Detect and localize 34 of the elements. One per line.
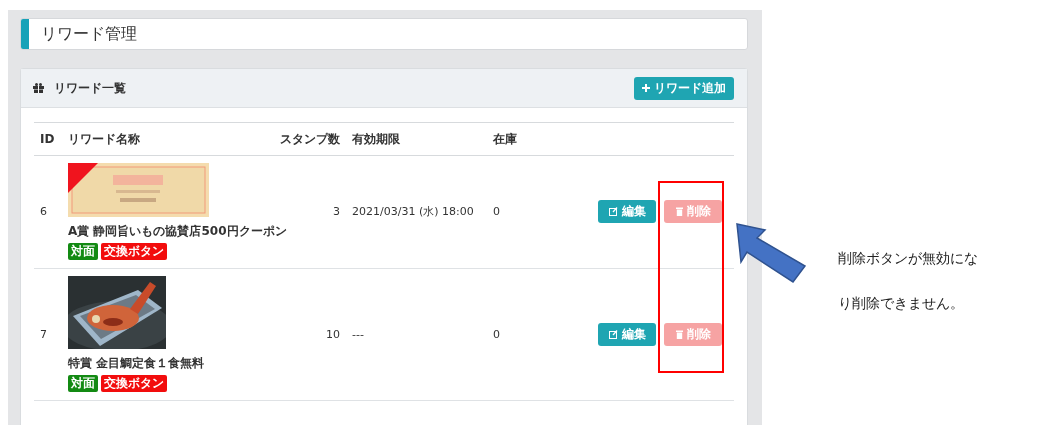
plus-icon [642,84,650,92]
table-cell-text: 0 [492,327,501,341]
edit-icon [608,207,618,216]
tag: 対面 [68,375,98,392]
trash-icon [675,329,683,339]
gift-icon [33,83,44,93]
table-cell-text: 2021/03/31 (水) 18:00 [351,204,475,219]
reward-name: 特賞 金目鯛定食１食無料 [68,355,205,372]
tag: 対面 [68,243,98,260]
edit-button[interactable]: 編集 [598,322,656,346]
table-cell-text: --- [351,327,365,341]
column-header: 有効期限 [351,130,401,148]
card-title: リワード一覧 [54,79,126,97]
table-cell-text: 3 [332,205,340,218]
reward-name: A賞 静岡旨いもの協賛店500円クーポン [68,223,287,240]
edit-button[interactable]: 編集 [598,200,656,223]
annotation-text: 削除ボタンが無効にな [838,250,979,268]
table-cell-text: 0 [492,205,501,218]
column-header: 在庫 [492,130,518,148]
table-cell-text: 10 [325,327,340,341]
column-header: スタンプ数 [279,130,340,148]
tag: 交換ボタン [101,375,167,392]
column-header: リワード名称 [68,130,141,148]
column-header: ID [39,132,56,146]
table-cell-text: 6 [39,205,48,218]
arrow-icon [735,222,807,284]
table-cell-text: 7 [39,327,48,341]
accent-bar [21,19,29,49]
annotation-text: り削除できません。 [838,295,965,313]
tag: 交換ボタン [101,243,167,260]
trash-icon [675,207,683,216]
page-title: リワード管理 [40,23,137,45]
add-reward-button[interactable]: リワード追加 [634,76,734,100]
edit-icon [608,329,618,339]
